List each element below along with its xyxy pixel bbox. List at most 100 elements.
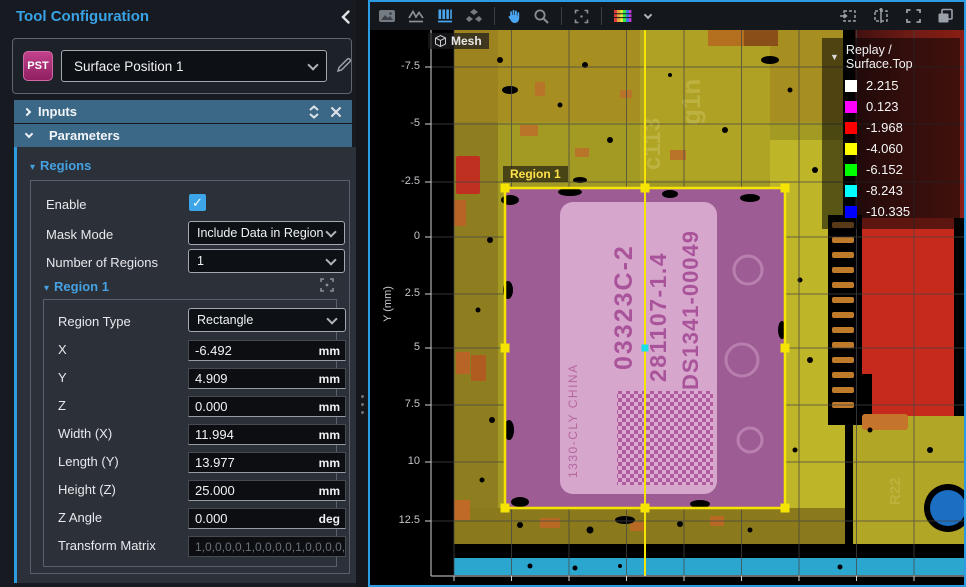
region-label-chip: Region 1: [503, 166, 568, 182]
chevron-down-icon: [325, 226, 336, 237]
palette-icon[interactable]: [613, 8, 632, 24]
mask-mode-label: Mask Mode: [46, 227, 113, 242]
svg-text:1330-CLY CHINA: 1330-CLY CHINA: [566, 363, 580, 478]
legend-entry: -6.152: [830, 159, 952, 180]
svg-text:R22: R22: [887, 477, 904, 505]
pan-hand-icon[interactable]: [506, 8, 522, 24]
z-angle-label: Z Angle: [58, 510, 102, 525]
mesh-layer-chip[interactable]: Mesh: [428, 33, 489, 49]
region1-group-box: Region Type Rectangle X -6.492mm Y 4.909…: [43, 299, 337, 567]
tool-configuration-panel: Tool Configuration PST Surface Position …: [0, 0, 356, 587]
surface-view-icon[interactable]: [436, 8, 454, 24]
legend-entry: -1.968: [830, 117, 952, 138]
legend-entry: 0.123: [830, 96, 952, 117]
app-window: Tool Configuration PST Surface Position …: [0, 0, 966, 587]
x-label: X: [58, 342, 67, 357]
triangle-down-icon: ▾: [30, 162, 35, 173]
parameters-content: ▾Regions Enable ✓ Mask Mode Include Data…: [14, 147, 356, 583]
tool-select-value: Surface Position 1: [74, 59, 307, 74]
number-of-regions-dropdown[interactable]: 1: [188, 249, 345, 273]
y-field[interactable]: 4.909mm: [188, 368, 346, 389]
length-field[interactable]: 13.977mm: [188, 452, 346, 473]
profile-view-icon[interactable]: [407, 8, 425, 24]
chevron-right-icon: [24, 109, 30, 115]
length-label: Length (Y): [58, 454, 119, 469]
z-field[interactable]: 0.000mm: [188, 396, 346, 417]
zoom-icon[interactable]: [533, 8, 550, 25]
legend-entry: -10.335: [830, 201, 952, 222]
regions-group-box: Enable ✓ Mask Mode Include Data in Regio…: [30, 180, 350, 574]
region1-group-toggle[interactable]: ▾Region 1: [44, 279, 109, 294]
tool-selector-card: PST Surface Position 1: [12, 38, 352, 94]
triangle-down-icon: ▾: [44, 283, 49, 294]
pencil-icon[interactable]: [335, 56, 353, 79]
regions-group-toggle[interactable]: ▾Regions: [30, 158, 91, 173]
height-label: Height (Z): [58, 482, 116, 497]
color-swatch: [845, 143, 857, 155]
color-swatch: [845, 164, 857, 176]
cube-icon: [435, 35, 446, 47]
region-center-handle[interactable]: [642, 345, 649, 352]
color-swatch: [845, 80, 857, 92]
region-type-dropdown[interactable]: Rectangle: [188, 308, 346, 332]
width-field[interactable]: 11.994mm: [188, 424, 346, 445]
svg-text:g1n: g1n: [676, 79, 706, 125]
svg-text:281107-1.4: 281107-1.4: [645, 252, 671, 382]
chevron-down-icon: [326, 313, 337, 324]
collapse-panel-icon[interactable]: [338, 9, 354, 25]
color-swatch: [845, 206, 857, 218]
panel-title: Tool Configuration: [16, 8, 149, 25]
mask-mode-dropdown[interactable]: Include Data in Region: [188, 221, 345, 245]
transform-matrix-label: Transform Matrix: [58, 538, 156, 553]
inputs-header-label: Inputs: [38, 104, 77, 119]
height-field[interactable]: 25.000mm: [188, 480, 346, 501]
chevron-down-icon: [325, 254, 336, 265]
legend-entry: -8.243: [830, 180, 952, 201]
legend-entry: 2.215: [830, 75, 952, 96]
colormap-legend: ▼ Replay / Surface.Top 2.215 0.123 -1.96…: [822, 38, 960, 229]
transform-matrix-field: 1,0,0,0,0,1,0,0,0,0,1,0,0,0,0,1: [188, 536, 346, 557]
color-swatch: [845, 185, 857, 197]
enable-label: Enable: [46, 197, 86, 212]
tool-select-dropdown[interactable]: Surface Position 1: [61, 50, 327, 82]
palette-dropdown-icon[interactable]: [643, 14, 660, 18]
number-of-regions-label: Number of Regions: [46, 255, 158, 270]
heightmap-canvas[interactable]: g1n c113 R22: [370, 30, 964, 583]
legend-collapse-icon[interactable]: ▼: [830, 52, 839, 62]
y-axis-label: Y (mm): [382, 274, 394, 334]
z-angle-field[interactable]: 0.000deg: [188, 508, 346, 529]
panel-splitter[interactable]: [356, 0, 368, 587]
legend-entry: -4.060: [830, 138, 952, 159]
viewer-toolbar: [370, 2, 964, 30]
enable-checkbox[interactable]: ✓: [189, 194, 206, 211]
tool-type-badge: PST: [23, 51, 53, 81]
legend-title: Replay / Surface.Top: [846, 43, 952, 71]
color-swatch: [845, 101, 857, 113]
snap-region-left-icon[interactable]: [839, 8, 857, 24]
chevron-down-icon: [24, 134, 41, 137]
collapse-x-icon[interactable]: [330, 106, 342, 118]
parameters-section-header[interactable]: Parameters: [14, 124, 352, 147]
center-region-icon[interactable]: [319, 277, 335, 298]
svg-text:DS1341-00049: DS1341-00049: [678, 230, 703, 390]
checkmark-icon: ✓: [192, 195, 203, 211]
svg-text:03323C-2: 03323C-2: [610, 244, 638, 370]
inputs-section-header[interactable]: Inputs: [14, 100, 352, 123]
fit-view-icon[interactable]: [573, 8, 590, 25]
chevron-down-icon: [307, 59, 318, 70]
region-type-label: Region Type: [58, 314, 131, 329]
expand-all-icon[interactable]: [308, 105, 320, 119]
color-swatch: [845, 122, 857, 134]
mesh-view-icon[interactable]: [465, 8, 483, 24]
y-label: Y: [58, 370, 67, 385]
data-viewer-panel: g1n c113 R22: [368, 0, 966, 587]
layers-icon[interactable]: [937, 8, 954, 24]
fullscreen-icon[interactable]: [905, 8, 922, 24]
snap-region-center-icon[interactable]: [872, 8, 890, 24]
x-field[interactable]: -6.492mm: [188, 340, 346, 361]
svg-text:c113: c113: [639, 118, 666, 170]
image-view-icon[interactable]: [378, 8, 396, 24]
width-label: Width (X): [58, 426, 112, 441]
splitter-grip[interactable]: [356, 390, 368, 419]
z-label: Z: [58, 398, 66, 413]
